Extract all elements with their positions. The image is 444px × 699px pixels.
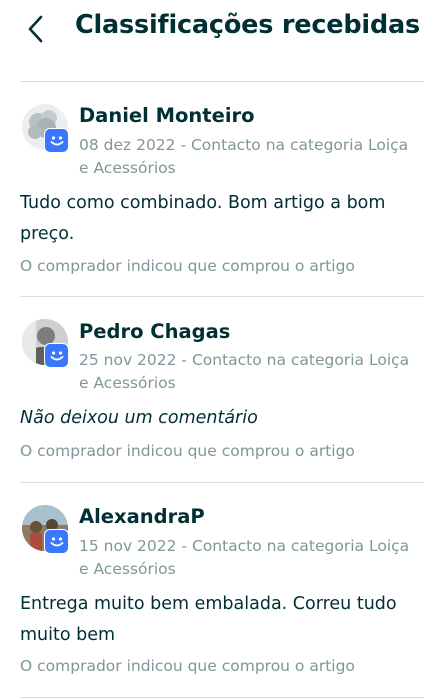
review-meta: 25 nov 2022 - Contacto na categoria Loiç… xyxy=(79,351,410,392)
divider xyxy=(20,296,424,297)
page-title: Classificações recebidas xyxy=(75,10,421,40)
divider xyxy=(20,697,424,698)
reviewer-name[interactable]: Daniel Monteiro xyxy=(79,104,255,127)
header: Classificações recebidas xyxy=(0,0,444,62)
review-comment: Entrega muito bem embalada. Correu tudo … xyxy=(20,594,397,645)
purchase-note: O comprador indicou que comprou o artigo xyxy=(20,657,355,675)
purchase-note: O comprador indicou que comprou o artigo xyxy=(20,257,355,275)
review-meta: 15 nov 2022 - Contacto na categoria Loiç… xyxy=(79,537,410,578)
review-meta: 08 dez 2022 - Contacto na categoria Loiç… xyxy=(79,136,409,177)
review-comment: Tudo como combinado. Bom artigo a bom pr… xyxy=(20,193,386,244)
review-comment: Não deixou um comentário xyxy=(20,408,258,428)
reviewer-name[interactable]: Pedro Chagas xyxy=(79,320,230,343)
divider xyxy=(20,81,424,82)
avatar[interactable] xyxy=(22,505,69,554)
user-badge-icon xyxy=(44,529,69,554)
avatar[interactable] xyxy=(22,319,69,368)
user-badge-icon xyxy=(44,128,69,153)
reviewer-name[interactable]: AlexandraP xyxy=(79,505,205,528)
divider xyxy=(20,482,424,483)
back-button[interactable] xyxy=(20,12,52,46)
user-badge-icon xyxy=(44,343,69,368)
purchase-note: O comprador indicou que comprou o artigo xyxy=(20,442,355,460)
chevron-left-icon xyxy=(28,15,43,43)
avatar[interactable] xyxy=(22,104,69,153)
